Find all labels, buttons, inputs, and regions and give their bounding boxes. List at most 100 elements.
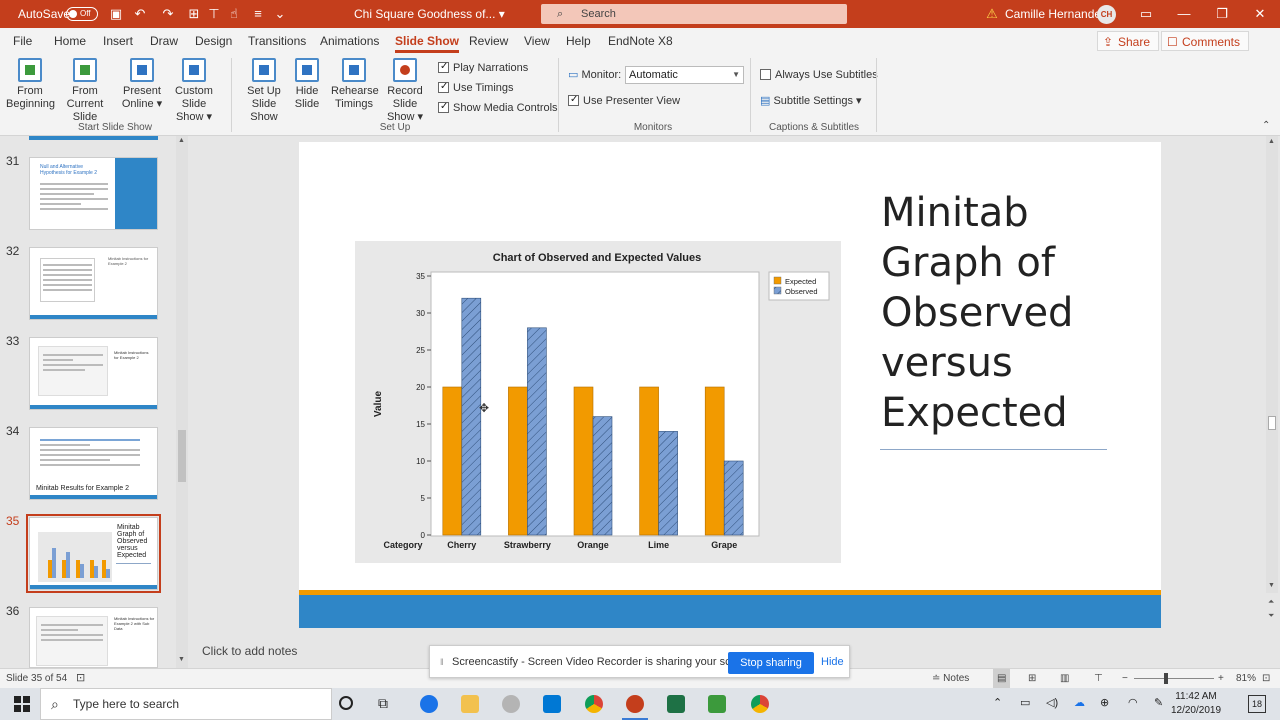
from-beginning-button[interactable]: From Beginning [6,58,55,111]
touch-mode-icon[interactable]: ☝ [226,6,242,22]
scroll-down-icon[interactable]: ▼ [1268,582,1275,589]
pen-icon[interactable]: ✎ [1154,696,1163,709]
notification-center-icon[interactable]: 18 [1248,695,1266,713]
cortana-icon[interactable] [339,696,353,710]
custom-slide-show-button[interactable]: Custom Slide Show ▾ [163,58,225,124]
accessibility-icon[interactable]: ⊡ [76,669,85,688]
present-icon[interactable]: ⊞ [186,6,202,22]
tab-help[interactable]: Help [566,28,591,54]
tab-animations[interactable]: Animations [320,28,379,54]
close-icon[interactable]: ✕ [1241,0,1279,28]
reading-view-icon[interactable]: ▥ [1060,669,1069,688]
tab-design[interactable]: Design [195,28,232,54]
avatar[interactable]: CH [1097,5,1116,24]
chrome-icon[interactable] [585,695,603,713]
battery-icon[interactable]: ▭ [1020,696,1030,709]
edge-icon[interactable] [420,695,438,713]
search-box[interactable]: ⌕ Search [541,4,847,24]
file-explorer-icon[interactable] [461,695,479,713]
minimize-icon[interactable]: — [1165,0,1203,28]
normal-view-icon[interactable]: ▤ [993,669,1011,688]
scroll-up-icon[interactable]: ▲ [1268,138,1275,145]
thumbnail-slide-31[interactable]: Null and Alternative Hypothesis for Exam… [29,157,158,230]
slide-scrollbar[interactable]: ▲ ▼ [1266,136,1278,593]
list-icon[interactable]: ≡ [250,6,266,22]
thumbnail-slide-34[interactable]: Minitab Results for Example 2 [29,427,158,500]
tab-view[interactable]: View [524,28,550,54]
monitor-dropdown[interactable]: Automatic ▼ [625,66,744,84]
thumbnail-slide-32[interactable]: Minitab Instructions for Example 2 [29,247,158,320]
set-up-slide-show-button[interactable]: Set Up Slide Show [237,58,291,124]
tab-file[interactable]: File [13,28,32,54]
ribbon-display-icon[interactable]: ▭ [1127,0,1165,28]
tab-endnote[interactable]: EndNote X8 [608,28,673,54]
slide-canvas[interactable]: Chart of Observed and Expected Values Va… [299,142,1161,628]
excel-icon[interactable] [667,695,685,713]
system-clock[interactable]: 11:42 AM 12/20/2019 [1168,690,1224,718]
share-button[interactable]: ⇪ Share [1097,31,1160,51]
present-online-button[interactable]: Present Online ▾ [120,58,164,111]
thumbnail-scrollbar[interactable]: ▲ ▼ [176,136,188,668]
scrollbar-thumb[interactable] [1268,416,1276,430]
stop-sharing-button[interactable]: Stop sharing [728,652,814,674]
show-media-controls-checkbox[interactable]: Show Media Controls [438,100,558,115]
scroll-up-icon[interactable]: ▲ [178,137,185,144]
tab-slide-show[interactable]: Slide Show [395,28,460,54]
slide-title[interactable]: Minitab Graph of Observed versus Expecte… [881,188,1111,438]
always-use-subtitles-checkbox[interactable]: Always Use Subtitles [760,68,878,82]
use-timings-checkbox[interactable]: Use Timings [438,80,514,95]
scroll-down-icon[interactable]: ▼ [178,656,185,663]
fit-to-window-icon[interactable]: ⊡ [1262,669,1270,688]
presenter-view-checkbox[interactable]: Use Presenter View [568,93,680,108]
zoom-level[interactable]: 81% [1236,669,1256,688]
onedrive-icon[interactable]: ☁ [1074,696,1085,709]
tab-home[interactable]: Home [54,28,86,54]
drag-handle-icon[interactable]: ‖ [440,657,444,667]
play-narrations-checkbox[interactable]: Play Narrations [438,60,528,75]
wifi-icon[interactable]: ◠ [1128,696,1138,709]
taskbar-search-box[interactable]: ⌕ Type here to search [40,688,332,720]
zoom-slider-thumb[interactable] [1164,673,1168,684]
network-icon[interactable]: ⊕ [1100,696,1109,709]
slide-show-icon[interactable]: ⊤ [1094,669,1103,688]
redo-icon[interactable]: ↷ [160,6,176,22]
next-slide-icon[interactable]: ⏷ [1268,611,1274,621]
volume-icon[interactable]: ◁) [1046,696,1058,709]
previous-slide-icon[interactable]: ⏶ [1268,597,1274,607]
thumbnail-slide-36[interactable]: Minitab Instructions for Example 2 with … [29,607,158,668]
zoom-out-icon[interactable]: − [1122,669,1128,688]
snipping-tool-icon[interactable] [502,695,520,713]
chrome-icon[interactable] [751,695,769,713]
zoom-slider[interactable] [1134,673,1214,684]
customize-qat-icon[interactable]: ⌄ [272,6,288,22]
scrollbar-thumb[interactable] [178,430,186,482]
undo-icon[interactable]: ↶ [132,6,148,22]
collapse-ribbon-icon[interactable]: ⌃ [1262,120,1270,131]
rehearse-timings-button[interactable]: Rehearse Timings [331,58,379,111]
subtitle-settings-button[interactable]: ▤ Subtitle Settings ▾ [760,94,862,108]
thumbnail-slide-35[interactable]: Minitab Graph of Observed versus Expected [26,514,161,593]
hide-slide-button[interactable]: Hide Slide [291,58,323,111]
comments-button[interactable]: ☐ Comments [1161,31,1250,51]
restore-icon[interactable]: ❐ [1203,0,1241,28]
store-icon[interactable] [543,695,561,713]
powerpoint-icon[interactable] [622,695,648,720]
thumbnail-slide-33[interactable]: Minitab Instructions for Example 2 [29,337,158,410]
document-title[interactable]: Chi Square Goodness of... ▾ [354,0,505,28]
task-view-icon[interactable]: ⧉ [378,695,388,712]
autosave-toggle[interactable]: Off [66,7,98,21]
user-name[interactable]: Camille Hernandez [1005,0,1107,28]
save-icon[interactable]: ▣ [108,6,124,22]
warning-icon[interactable]: ⚠ [984,6,1000,22]
zoom-in-icon[interactable]: + [1218,669,1224,688]
tab-draw[interactable]: Draw [150,28,178,54]
tab-insert[interactable]: Insert [103,28,133,54]
slide-sorter-icon[interactable]: ⊞ [1028,669,1036,688]
tab-transitions[interactable]: Transitions [248,28,306,54]
minitab-icon[interactable] [708,695,726,713]
record-slide-show-button[interactable]: Record Slide Show ▾ [376,58,434,124]
show-hidden-icons-icon[interactable]: ⌃ [993,696,1002,709]
notes-button[interactable]: ≐ Notes [932,669,969,688]
pin-icon[interactable]: ⊤ [206,6,222,22]
hide-banner-button[interactable]: Hide [821,646,844,679]
